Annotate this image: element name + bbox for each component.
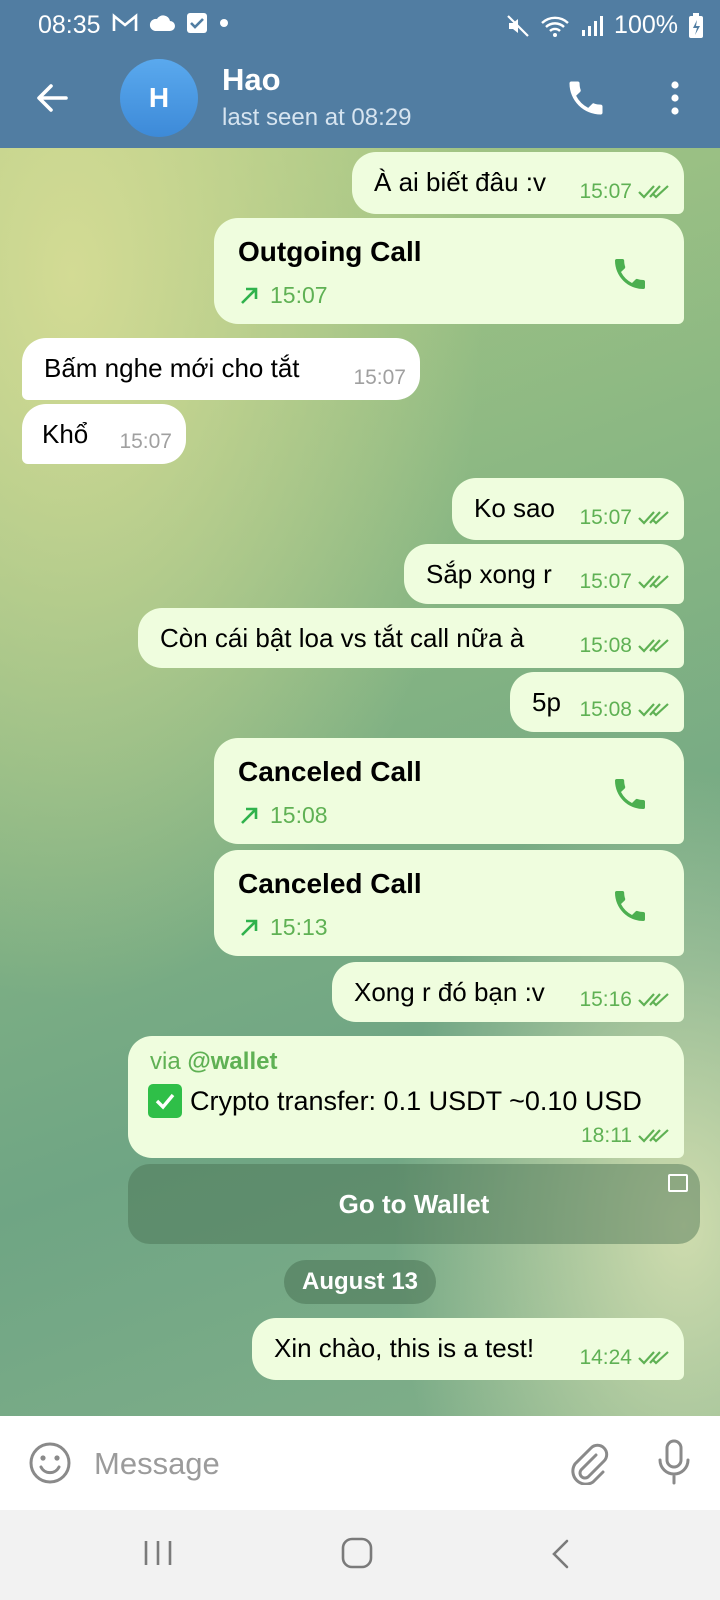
- back-arrow-icon[interactable]: [30, 76, 74, 120]
- emoji-icon[interactable]: [28, 1441, 72, 1485]
- more-vert-icon[interactable]: [662, 76, 688, 120]
- recents-icon[interactable]: [142, 1538, 174, 1568]
- signal-icon: [582, 15, 604, 36]
- avatar[interactable]: H: [120, 59, 198, 137]
- cloud-icon: [149, 15, 175, 31]
- wallet-bot-message[interactable]: via @wallet Crypto transfer: 0.1 USDT ~0…: [128, 1036, 684, 1158]
- gmail-icon: [112, 13, 138, 31]
- message-bubble[interactable]: Còn cái bật loa vs tắt call nữa à 15:08: [138, 608, 684, 668]
- system-nav-bar: [0, 1510, 720, 1600]
- message-bubble[interactable]: Ko sao 15:07: [452, 478, 684, 540]
- call-time: 15:07: [270, 282, 328, 308]
- call-message[interactable]: Canceled Call 15:13: [214, 850, 684, 956]
- paperclip-icon[interactable]: [566, 1441, 610, 1485]
- battery-percent: 100%: [614, 11, 678, 39]
- message-time: 15:07: [579, 506, 632, 529]
- double-check-icon: [638, 993, 669, 1007]
- double-check-icon: [638, 639, 669, 653]
- message-text: Xong r đó bạn :v: [354, 977, 545, 1007]
- message-time: 15:08: [579, 698, 632, 721]
- via-bot-username[interactable]: @wallet: [187, 1048, 277, 1075]
- home-icon[interactable]: [340, 1536, 374, 1570]
- chat-header: H Hao last seen at 08:29: [0, 52, 720, 148]
- message-text: Sắp xong r: [426, 559, 552, 589]
- message-bubble[interactable]: Xong r đó bạn :v 15:16: [332, 962, 684, 1022]
- call-title: Canceled Call: [238, 756, 422, 787]
- call-message[interactable]: Canceled Call 15:08: [214, 738, 684, 844]
- microphone-icon[interactable]: [654, 1438, 694, 1486]
- call-title: Canceled Call: [238, 868, 422, 899]
- message-text: Crypto transfer: 0.1 USDT ~0.10 USD: [190, 1085, 642, 1116]
- mute-icon: [507, 14, 529, 37]
- wallet-button-label: Go to Wallet: [338, 1188, 490, 1219]
- message-time: 15:08: [579, 634, 632, 657]
- battery-charging-icon: [689, 12, 703, 38]
- open-external-icon: [668, 1174, 688, 1192]
- wifi-icon: [541, 16, 569, 37]
- message-text: À ai biết đâu :v: [374, 167, 546, 197]
- call-time: 15:08: [270, 802, 328, 828]
- go-to-wallet-button[interactable]: Go to Wallet: [128, 1164, 700, 1244]
- via-prefix: via: [150, 1048, 188, 1075]
- message-bubble[interactable]: Xin chào, this is a test! 14:24: [252, 1318, 684, 1380]
- nav-back-icon[interactable]: [548, 1538, 572, 1570]
- call-message[interactable]: Outgoing Call 15:07: [214, 218, 684, 324]
- check-square-icon: [187, 13, 207, 33]
- double-check-icon: [638, 703, 669, 717]
- double-check-icon: [638, 1351, 669, 1365]
- double-check-icon: [638, 1129, 669, 1143]
- message-time: 15:07: [579, 180, 632, 203]
- check-mark-icon: [148, 1084, 182, 1118]
- message-time: 18:11: [581, 1124, 632, 1147]
- message-text: Bấm nghe mới cho tắt: [44, 353, 300, 383]
- message-bubble[interactable]: Khổ 15:07: [22, 404, 186, 464]
- call-time: 15:13: [270, 914, 328, 940]
- message-bubble[interactable]: 5p 15:08: [510, 672, 684, 732]
- double-check-icon: [638, 575, 669, 589]
- via-bot-label[interactable]: via @wallet: [150, 1048, 277, 1076]
- message-time: 15:07: [579, 570, 632, 593]
- date-separator: August 13: [284, 1260, 437, 1304]
- outgoing-arrow-icon: [241, 919, 258, 936]
- message-text: Khổ: [42, 419, 89, 449]
- last-seen-status: last seen at 08:29: [222, 104, 412, 131]
- phone-icon[interactable]: [610, 254, 650, 294]
- message-bubble[interactable]: Sắp xong r 15:07: [404, 544, 684, 604]
- message-bubble[interactable]: Bấm nghe mới cho tắt 15:07: [22, 338, 420, 400]
- dot-icon: [220, 19, 228, 27]
- phone-icon[interactable]: [610, 774, 650, 814]
- phone-icon[interactable]: [610, 886, 650, 926]
- call-title: Outgoing Call: [238, 236, 422, 267]
- message-text: 5p: [532, 687, 561, 717]
- outgoing-arrow-icon: [241, 807, 258, 824]
- status-time: 08:35: [38, 11, 101, 39]
- message-time: 15:16: [579, 988, 632, 1011]
- message-input[interactable]: [92, 1438, 536, 1490]
- message-text: Ko sao: [474, 493, 555, 523]
- message-composer: [0, 1416, 720, 1510]
- double-check-icon: [638, 185, 669, 199]
- message-bubble[interactable]: À ai biết đâu :v 15:07: [352, 152, 684, 214]
- message-text: Xin chào, this is a test!: [274, 1333, 535, 1363]
- message-time: 15:07: [353, 366, 406, 389]
- phone-icon[interactable]: [564, 76, 608, 120]
- status-bar: 08:35 100%: [0, 0, 720, 52]
- message-list[interactable]: À ai biết đâu :v 15:07 Outgoing Call 15:…: [0, 148, 720, 1416]
- avatar-initial: H: [148, 82, 170, 113]
- message-time: 14:24: [579, 1346, 632, 1369]
- message-text: Còn cái bật loa vs tắt call nữa à: [160, 623, 525, 653]
- chat-title[interactable]: Hao: [222, 62, 281, 98]
- message-time: 15:07: [119, 430, 172, 453]
- outgoing-arrow-icon: [241, 287, 258, 304]
- double-check-icon: [638, 511, 669, 525]
